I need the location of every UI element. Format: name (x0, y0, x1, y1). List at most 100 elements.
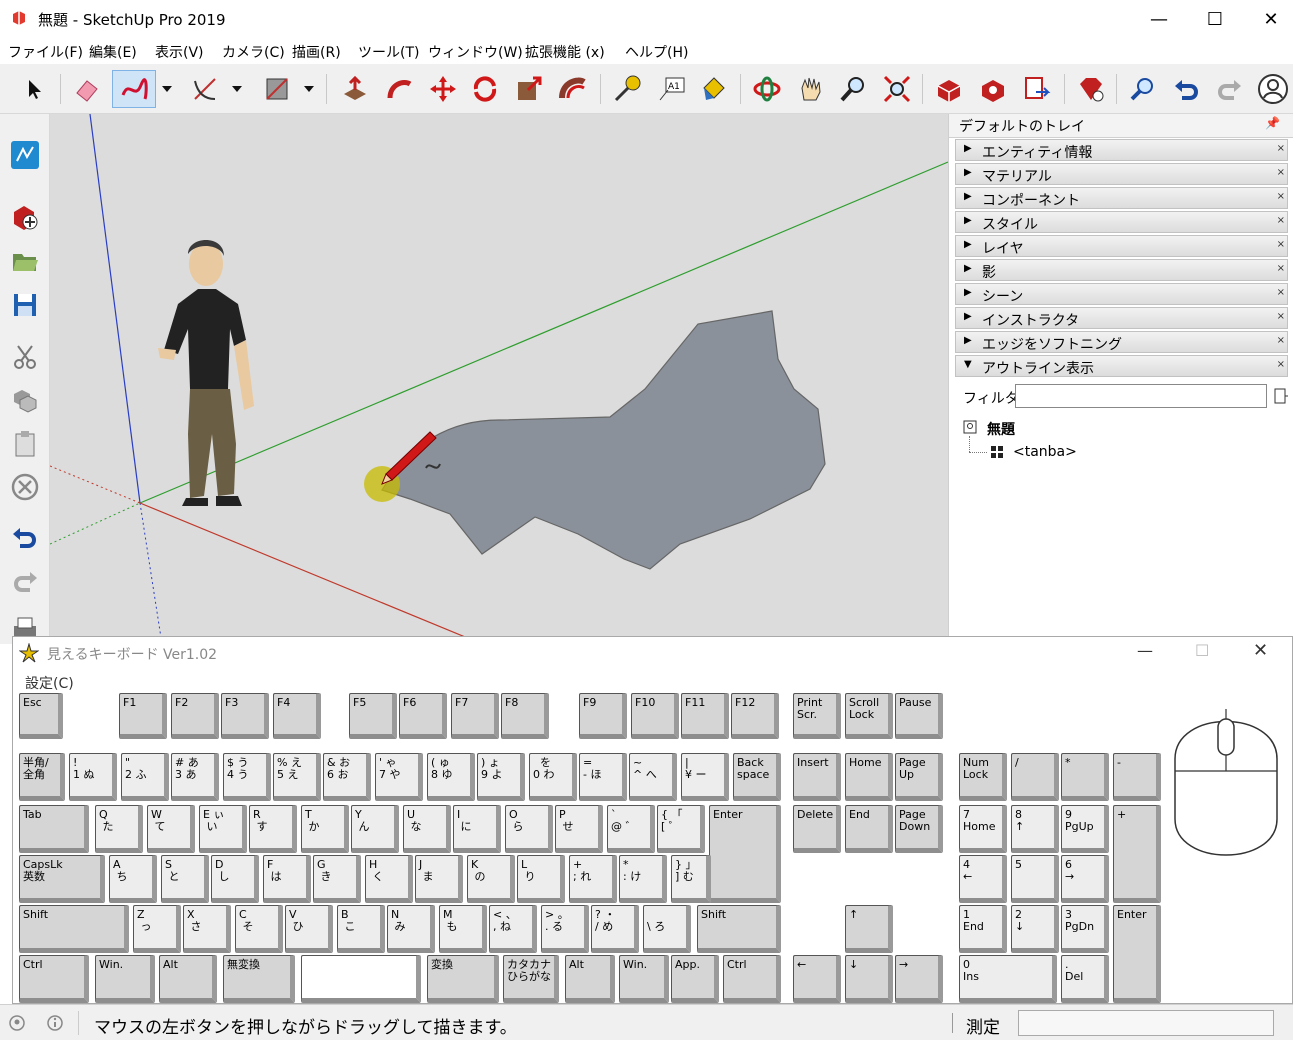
key-x[interactable]: X さ (183, 905, 231, 953)
key-9[interactable]: ) ょ 9 よ (477, 753, 525, 801)
key-0[interactable]: を 0 わ (529, 753, 577, 801)
key-5[interactable]: % え 5 え (273, 753, 321, 801)
key-right[interactable]: → (895, 955, 943, 1003)
key-slash[interactable]: ? ・ / め (591, 905, 639, 953)
key-num1[interactable]: 1 End (959, 905, 1007, 953)
panel-close-icon[interactable]: × (1277, 215, 1285, 226)
key-esc[interactable]: Esc (19, 693, 63, 739)
panel-instructor[interactable]: ▶ インストラクタ × (955, 307, 1288, 329)
key-n[interactable]: N み (387, 905, 435, 953)
key-num9[interactable]: 9 PgUp (1061, 805, 1109, 853)
key-f4[interactable]: F4 (273, 693, 321, 739)
pan-icon[interactable] (792, 70, 830, 108)
key-f6[interactable]: F6 (399, 693, 447, 739)
menu-camera[interactable]: カメラ(C) (222, 42, 285, 62)
key-backslash[interactable]: \ ろ (643, 905, 691, 953)
eraser-icon[interactable] (68, 70, 106, 108)
key-4[interactable]: $ う 4 う (223, 753, 271, 801)
key-space[interactable] (301, 955, 421, 1003)
rectangle-dropdown-icon[interactable] (298, 70, 320, 108)
key-num-minus[interactable]: - (1113, 753, 1161, 801)
menu-file[interactable]: ファイル(F) (8, 42, 83, 62)
key-comma[interactable]: < 、 , ね (489, 905, 537, 953)
key-i[interactable]: I に (453, 805, 501, 853)
key-f11[interactable]: F11 (681, 693, 729, 739)
key-num7[interactable]: 7 Home (959, 805, 1007, 853)
panel-materials[interactable]: ▶ マテリアル × (955, 163, 1288, 185)
key-hankaku[interactable]: 半角/ 全角 (19, 753, 65, 801)
key-yen[interactable]: | ¥ ー (681, 753, 729, 801)
key-f[interactable]: F は (263, 855, 311, 903)
menu-window[interactable]: ウィンドウ(W) (428, 42, 523, 62)
save-icon[interactable] (6, 286, 44, 324)
key-f1[interactable]: F1 (119, 693, 167, 739)
new-icon[interactable] (6, 198, 44, 236)
panel-close-icon[interactable]: × (1277, 359, 1285, 370)
key-app[interactable]: App. (671, 955, 719, 1003)
select-icon[interactable] (16, 70, 54, 108)
key-ctrl-right[interactable]: Ctrl (723, 955, 781, 1003)
key-colon[interactable]: * : け (619, 855, 667, 903)
geo-location-icon[interactable] (8, 1014, 26, 1032)
key-pagedown[interactable]: Page Down (895, 805, 943, 853)
key-num4[interactable]: 4 ← (959, 855, 1007, 903)
panel-close-icon[interactable]: × (1277, 335, 1285, 346)
model-viewport[interactable] (50, 114, 948, 644)
text-icon[interactable]: A1 (652, 70, 690, 108)
key-delete[interactable]: Delete (793, 805, 841, 853)
extension-manager-icon[interactable] (1072, 70, 1110, 108)
key-backspace[interactable]: Back space (733, 753, 781, 801)
key-num3[interactable]: 3 PgDn (1061, 905, 1109, 953)
key-muhenkan[interactable]: 無変換 (223, 955, 295, 1003)
push-pull-icon[interactable] (336, 70, 374, 108)
key-up[interactable]: ↑ (845, 905, 893, 953)
key-home[interactable]: Home (845, 753, 893, 801)
extension-warehouse-icon[interactable] (974, 70, 1012, 108)
key-u[interactable]: U な (403, 805, 451, 853)
offset-icon[interactable] (554, 70, 592, 108)
zoom-extents-icon[interactable] (878, 70, 916, 108)
pin-icon[interactable]: 📌 (1265, 116, 1280, 130)
panel-outliner[interactable]: ▼ アウトライン表示 × (955, 355, 1288, 377)
panel-close-icon[interactable]: × (1277, 143, 1285, 154)
panel-components[interactable]: ▶ コンポーネント × (955, 187, 1288, 209)
outliner-child[interactable]: <tanba> (1013, 444, 1077, 460)
instructor-icon[interactable] (6, 136, 44, 174)
key-t[interactable]: T か (301, 805, 349, 853)
key-h[interactable]: H く (365, 855, 413, 903)
panel-close-icon[interactable]: × (1277, 263, 1285, 274)
key-closebracket[interactable]: } 」 ] む (671, 855, 711, 903)
filter-input[interactable] (1015, 384, 1267, 408)
info-icon[interactable] (46, 1014, 64, 1032)
menu-tools[interactable]: ツール(T) (358, 42, 419, 62)
key-num8[interactable]: 8 ↑ (1011, 805, 1059, 853)
search-model-icon[interactable] (1124, 70, 1162, 108)
key-c[interactable]: C そ (235, 905, 283, 953)
key-tab[interactable]: Tab (19, 805, 89, 853)
freehand-dropdown-icon[interactable] (156, 70, 178, 108)
key-2[interactable]: " 2 ふ (121, 753, 169, 801)
close-button[interactable]: ✕ (1243, 0, 1293, 38)
open-icon[interactable] (6, 242, 44, 280)
copy-icon[interactable] (6, 380, 44, 418)
zoom-icon[interactable] (834, 70, 872, 108)
key-down[interactable]: ↓ (845, 955, 893, 1003)
redo-icon[interactable] (1210, 70, 1248, 108)
key-o[interactable]: O ら (505, 805, 553, 853)
panel-scenes[interactable]: ▶ シーン × (955, 283, 1288, 305)
key-pause[interactable]: Pause (895, 693, 943, 739)
key-katakana[interactable]: カタカナ ひらがな (503, 955, 559, 1003)
key-7[interactable]: ' ゃ 7 や (375, 753, 423, 801)
key-p[interactable]: P せ (555, 805, 603, 853)
key-f2[interactable]: F2 (171, 693, 219, 739)
key-pageup[interactable]: Page Up (895, 753, 943, 801)
warehouse-icon[interactable] (930, 70, 968, 108)
undo-icon[interactable] (1168, 70, 1206, 108)
key-v[interactable]: V ひ (285, 905, 333, 953)
key-num5[interactable]: 5 (1011, 855, 1059, 903)
panel-shadows[interactable]: ▶ 影 × (955, 259, 1288, 281)
key-num-plus[interactable]: + (1113, 805, 1161, 903)
erase-icon[interactable] (6, 468, 44, 506)
menu-edit[interactable]: 編集(E) (89, 42, 137, 62)
key-shift-right[interactable]: Shift (697, 905, 781, 953)
